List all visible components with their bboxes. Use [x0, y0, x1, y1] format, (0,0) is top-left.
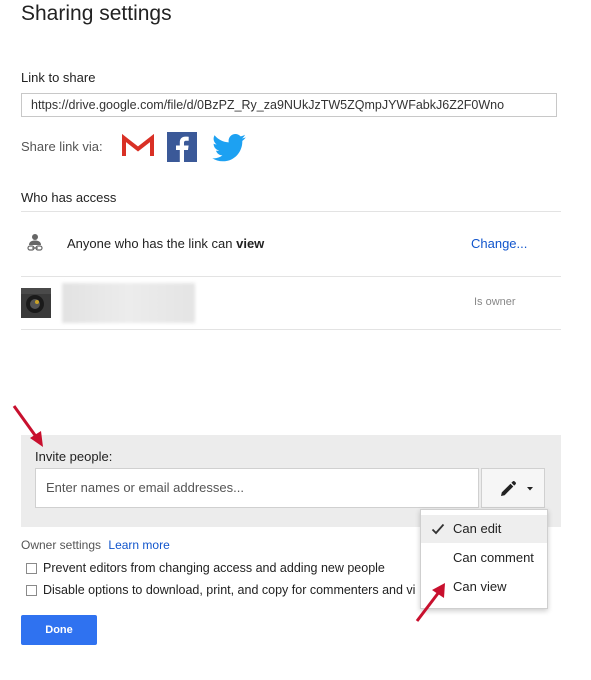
access-description: Anyone who has the link can view [67, 236, 264, 251]
prevent-editors-label: Prevent editors from changing access and… [43, 561, 385, 575]
facebook-icon[interactable] [167, 132, 197, 162]
owner-option-row: Disable options to download, print, and … [21, 583, 419, 599]
avatar [21, 288, 51, 318]
owner-role-label: Is owner [474, 296, 516, 308]
owner-option-row: Prevent editors from changing access and… [21, 561, 421, 577]
change-access-link[interactable]: Change... [471, 236, 527, 251]
invite-input[interactable]: Enter names or email addresses... [35, 468, 479, 508]
dialog-title: Sharing settings [21, 2, 172, 25]
annotation-arrow-icon [415, 583, 445, 622]
gmail-icon[interactable] [122, 134, 154, 158]
learn-more-link[interactable]: Learn more [108, 538, 169, 552]
link-to-share-label: Link to share [21, 70, 96, 85]
share-via-label: Share link via: [21, 139, 103, 154]
checkmark-icon [431, 523, 445, 535]
access-level: view [236, 236, 265, 251]
divider [21, 329, 561, 330]
menu-item-can-comment[interactable]: Can comment [421, 544, 547, 572]
prevent-editors-checkbox[interactable] [26, 563, 37, 574]
owner-settings-row: Owner settings Learn more [21, 538, 170, 552]
who-has-access-label: Who has access [21, 190, 117, 205]
owner-name-redacted [62, 283, 195, 323]
pencil-icon [501, 481, 516, 496]
menu-item-label: Can view [453, 579, 507, 594]
menu-item-label: Can edit [453, 521, 502, 536]
twitter-icon[interactable] [212, 134, 246, 162]
annotation-arrow-icon [12, 405, 43, 447]
disable-download-checkbox[interactable] [26, 585, 37, 596]
disable-download-label: Disable options to download, print, and … [43, 583, 416, 597]
permission-dropdown-button[interactable] [481, 468, 545, 508]
access-text-prefix: Anyone who has the link can [67, 236, 237, 251]
menu-item-label: Can comment [453, 550, 534, 565]
link-person-icon [27, 233, 43, 253]
access-row-link: Anyone who has the link can view Change.… [21, 212, 561, 276]
owner-settings-label: Owner settings [21, 538, 102, 552]
chevron-down-icon [527, 487, 533, 491]
menu-item-can-edit[interactable]: Can edit [421, 515, 547, 543]
share-link-field[interactable]: https://drive.google.com/file/d/0BzPZ_Ry… [21, 93, 557, 117]
access-row-owner: Is owner [21, 277, 561, 329]
done-button[interactable]: Done [21, 615, 97, 645]
